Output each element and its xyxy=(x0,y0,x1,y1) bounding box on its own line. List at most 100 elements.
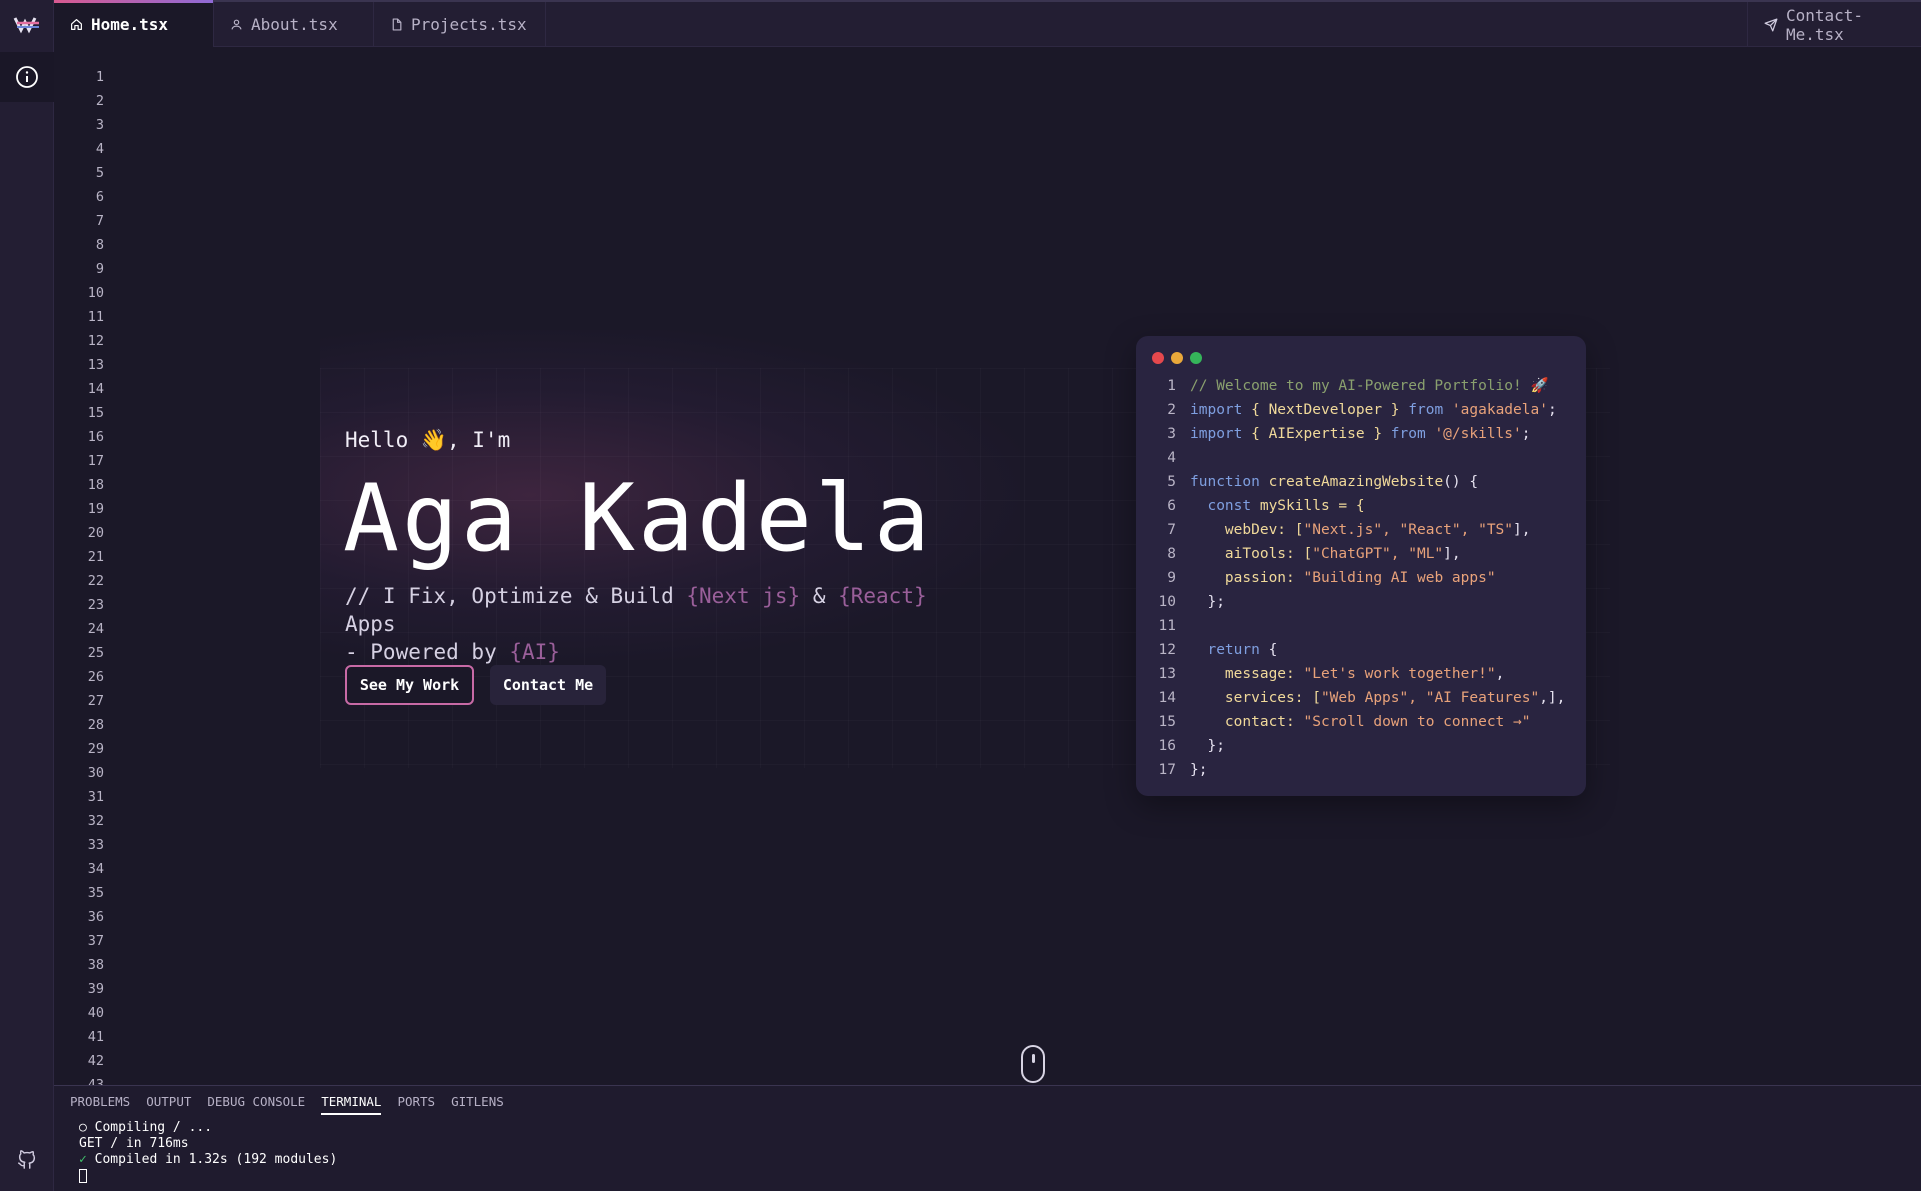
subtitle-powered: - Powered by xyxy=(345,640,510,664)
code-line-number: 9 xyxy=(1167,570,1176,586)
terminal-line: ○ Compiling / ... xyxy=(79,1120,213,1135)
line-number: 36 xyxy=(87,909,104,925)
code-line: 5 function createAmazingWebsite() { xyxy=(1146,470,1576,494)
code-line-number: 7 xyxy=(1167,522,1176,538)
github-icon xyxy=(18,1150,36,1169)
line-number: 38 xyxy=(87,957,104,973)
panel-tabs: PROBLEMS OUTPUT DEBUG CONSOLE TERMINAL P… xyxy=(70,1094,504,1115)
code-line-number: 12 xyxy=(1158,642,1176,658)
code-text: { AIExpertise } xyxy=(1242,426,1391,442)
app-window: Home.tsx About.tsx Projects.tsx Contact-… xyxy=(0,0,1921,1191)
terminal-line: GET / in 716ms xyxy=(79,1136,189,1151)
code-line: 4 xyxy=(1146,446,1576,470)
panel-tab-output[interactable]: OUTPUT xyxy=(146,1094,191,1115)
code-string: "Next.js", "React", "TS" xyxy=(1303,522,1514,538)
accent-ai: {AI} xyxy=(509,640,560,664)
tab-about[interactable]: About.tsx xyxy=(214,2,374,47)
subtitle-and: & xyxy=(800,584,839,608)
line-number: 4 xyxy=(95,141,104,157)
code-text: ], xyxy=(1443,546,1461,562)
terminal-prompt[interactable] xyxy=(79,1168,337,1184)
code-line-number: 2 xyxy=(1167,402,1176,418)
code-text: ], xyxy=(1513,522,1531,538)
code-function: createAmazingWebsite xyxy=(1259,474,1444,490)
accent-react: {React} xyxy=(838,584,927,608)
code-line-number: 14 xyxy=(1158,690,1176,706)
info-icon xyxy=(16,66,38,88)
code-text: () { xyxy=(1443,474,1479,490)
code-keyword: from xyxy=(1408,402,1444,418)
code-string: '@/skills' xyxy=(1425,426,1522,442)
code-line-number: 15 xyxy=(1158,714,1176,730)
panel-tab-debug-console[interactable]: DEBUG CONSOLE xyxy=(207,1094,305,1115)
code-string: "Let's work together!" xyxy=(1303,666,1496,682)
activity-bar xyxy=(0,0,54,1191)
line-number: 23 xyxy=(87,597,104,613)
code-line: 3 import { AIExpertise } from '@/skills'; xyxy=(1146,422,1576,446)
panel-tab-gitlens[interactable]: GITLENS xyxy=(451,1094,504,1115)
info-button[interactable] xyxy=(0,52,54,102)
logo-icon[interactable] xyxy=(13,14,41,34)
code-key: aiTools: [ xyxy=(1190,546,1313,562)
code-line: 1 // Welcome to my AI-Powered Portfolio! … xyxy=(1146,374,1576,398)
code-key: services: [ xyxy=(1190,690,1321,706)
line-number: 9 xyxy=(95,261,104,277)
mouse-scroll-icon[interactable] xyxy=(1021,1045,1045,1083)
code-line: 9 passion: "Building AI web apps" xyxy=(1146,566,1576,590)
line-number: 35 xyxy=(87,885,104,901)
terminal-output[interactable]: ○ Compiling / ... GET / in 716ms ✓ Compile… xyxy=(79,1120,337,1184)
panel-tab-terminal[interactable]: TERMINAL xyxy=(321,1094,382,1115)
line-number: 32 xyxy=(87,813,104,829)
line-number: 3 xyxy=(95,117,104,133)
line-number: 39 xyxy=(87,981,104,997)
line-number: 21 xyxy=(87,549,104,565)
code-line: 6 const mySkills = { xyxy=(1146,494,1576,518)
line-number: 10 xyxy=(87,285,104,301)
panel-tab-ports[interactable]: PORTS xyxy=(397,1094,435,1115)
line-number: 19 xyxy=(87,501,104,517)
code-string: "Scroll down to connect →" xyxy=(1303,714,1531,730)
line-number: 14 xyxy=(87,381,104,397)
code-line-number: 8 xyxy=(1167,546,1176,562)
code-line-number: 3 xyxy=(1167,426,1176,442)
code-line-number: 4 xyxy=(1167,450,1176,466)
line-number: 40 xyxy=(87,1005,104,1021)
line-number: 12 xyxy=(87,333,104,349)
tab-about-label: About.tsx xyxy=(251,15,338,34)
code-text: }; xyxy=(1190,762,1208,778)
code-line: 14 services: ["Web Apps", "AI Features",… xyxy=(1146,686,1576,710)
editor-tab-bar: Home.tsx About.tsx Projects.tsx Contact-… xyxy=(54,0,1921,47)
panel-tab-problems[interactable]: PROBLEMS xyxy=(70,1094,130,1115)
github-button[interactable] xyxy=(14,1146,40,1172)
code-line: 13 message: "Let's work together!", xyxy=(1146,662,1576,686)
code-text: }; xyxy=(1190,738,1225,754)
terminal-line-text: Compiled in 1.32s (192 modules) xyxy=(86,1152,338,1167)
code-text: mySkills = { xyxy=(1251,498,1365,514)
line-number: 13 xyxy=(87,357,104,373)
code-key: message: xyxy=(1190,666,1304,682)
tab-home[interactable]: Home.tsx xyxy=(54,0,214,47)
line-number: 24 xyxy=(87,621,104,637)
line-number: 7 xyxy=(95,213,104,229)
line-number: 28 xyxy=(87,717,104,733)
line-number: 41 xyxy=(87,1029,104,1045)
code-key: webDev: [ xyxy=(1190,522,1304,538)
tab-contact[interactable]: Contact-Me.tsx xyxy=(1747,2,1921,47)
code-key: passion: xyxy=(1190,570,1304,586)
code-text: ,], xyxy=(1539,690,1566,706)
home-icon xyxy=(71,19,82,30)
code-keyword: function xyxy=(1190,474,1260,490)
line-number: 26 xyxy=(87,669,104,685)
hero-subtitle: // I Fix, Optimize & Build {Next js} & {… xyxy=(345,582,985,666)
code-line: 2 import { NextDeveloper } from 'agakadel… xyxy=(1146,398,1576,422)
bottom-panel: PROBLEMS OUTPUT DEBUG CONSOLE TERMINAL P… xyxy=(54,1085,1921,1191)
tab-projects[interactable]: Projects.tsx xyxy=(374,2,546,47)
line-number: 27 xyxy=(87,693,104,709)
code-line: 16 }; xyxy=(1146,734,1576,758)
maximize-dot-icon xyxy=(1190,352,1202,364)
code-keyword: from xyxy=(1390,426,1426,442)
contact-me-button[interactable]: Contact Me xyxy=(490,665,606,705)
see-my-work-button[interactable]: See My Work xyxy=(345,665,474,705)
line-number: 1 xyxy=(95,69,104,85)
code-line-number: 11 xyxy=(1158,618,1176,634)
